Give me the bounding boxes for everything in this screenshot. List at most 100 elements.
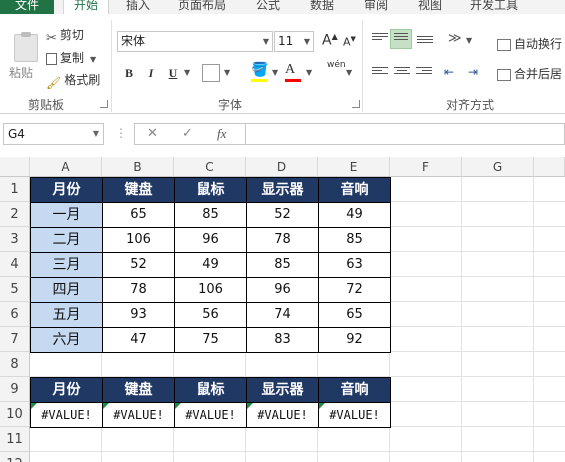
data-cell[interactable]: 106 <box>102 227 175 253</box>
chevron-down-icon[interactable]: ▼ <box>346 68 352 77</box>
align-bottom-icon[interactable] <box>417 36 433 48</box>
data-cell[interactable]: 74 <box>246 302 319 328</box>
row-header-4[interactable]: 4 <box>0 252 30 277</box>
orientation-icon[interactable]: ≫ <box>448 31 462 46</box>
paste-button[interactable]: 粘贴 <box>4 20 40 86</box>
tab-insert[interactable]: 插入 <box>118 0 158 14</box>
font-launcher-icon[interactable] <box>352 100 360 108</box>
month-cell[interactable]: 五月 <box>30 302 103 328</box>
worksheet-grid[interactable]: ABCDEFG123456789101112月份键盘鼠标显示器音响一月65855… <box>0 157 565 462</box>
error-cell[interactable]: #VALUE! <box>102 402 175 428</box>
data-cell[interactable]: 83 <box>246 327 319 353</box>
table-header-cell[interactable]: 音响 <box>318 177 391 203</box>
data-cell[interactable]: 52 <box>102 252 175 278</box>
borders-icon[interactable] <box>202 64 220 82</box>
error-cell[interactable]: #VALUE! <box>30 402 103 428</box>
grow-font-button[interactable]: A▲ <box>322 32 338 49</box>
select-all-corner[interactable] <box>0 157 30 177</box>
data-cell[interactable]: 49 <box>318 202 391 228</box>
table-header-cell[interactable]: 鼠标 <box>174 377 247 403</box>
fill-color-button[interactable]: 🪣 <box>251 62 268 82</box>
column-header-b[interactable]: B <box>102 157 174 177</box>
italic-button[interactable]: I <box>142 64 160 82</box>
table-header-cell[interactable]: 月份 <box>30 177 103 203</box>
table-header-cell[interactable]: 音响 <box>318 377 391 403</box>
data-cell[interactable]: 92 <box>318 327 391 353</box>
font-name-select[interactable]: 宋体 ▼ <box>117 31 273 52</box>
chevron-down-icon[interactable]: ▼ <box>306 68 312 77</box>
error-cell[interactable]: #VALUE! <box>318 402 391 428</box>
chevron-down-icon[interactable]: ▼ <box>272 68 278 77</box>
month-cell[interactable]: 三月 <box>30 252 103 278</box>
tab-developer[interactable]: 开发工具 <box>462 0 526 14</box>
data-cell[interactable]: 65 <box>318 302 391 328</box>
data-cell[interactable]: 72 <box>318 277 391 303</box>
align-middle-icon[interactable] <box>390 29 412 49</box>
align-center-icon[interactable] <box>394 67 410 79</box>
data-cell[interactable]: 93 <box>102 302 175 328</box>
align-right-icon[interactable] <box>416 67 432 79</box>
data-cell[interactable]: 106 <box>174 277 247 303</box>
cut-button[interactable]: ✂ 剪切 <box>46 26 84 46</box>
font-size-select[interactable]: 11 ▼ <box>274 31 314 52</box>
tab-file[interactable]: 文件 <box>0 0 54 14</box>
cancel-icon[interactable]: ✕ <box>147 126 158 141</box>
clipboard-launcher-icon[interactable] <box>100 100 108 108</box>
data-cell[interactable]: 49 <box>174 252 247 278</box>
underline-button[interactable]: U <box>164 64 182 82</box>
tab-home[interactable]: 开始 <box>63 0 109 14</box>
data-cell[interactable]: 78 <box>102 277 175 303</box>
table-header-cell[interactable]: 显示器 <box>246 377 319 403</box>
align-left-icon[interactable] <box>372 67 388 79</box>
data-cell[interactable]: 96 <box>174 227 247 253</box>
copy-button[interactable]: 复制 ▼ <box>46 49 96 66</box>
row-header-7[interactable]: 7 <box>0 327 30 352</box>
merge-center-button[interactable]: 合并后居 <box>497 65 562 82</box>
data-cell[interactable]: 85 <box>174 202 247 228</box>
month-cell[interactable]: 六月 <box>30 327 103 353</box>
data-cell[interactable]: 47 <box>102 327 175 353</box>
table-header-cell[interactable]: 鼠标 <box>174 177 247 203</box>
data-cell[interactable]: 78 <box>246 227 319 253</box>
column-header-g[interactable]: G <box>462 157 534 177</box>
tab-page-layout[interactable]: 页面布局 <box>170 0 234 14</box>
error-cell[interactable]: #VALUE! <box>246 402 319 428</box>
row-header-11[interactable]: 11 <box>0 427 30 452</box>
row-header-9[interactable]: 9 <box>0 377 30 402</box>
row-header-6[interactable]: 6 <box>0 302 30 327</box>
row-header-1[interactable]: 1 <box>0 177 30 202</box>
name-box[interactable]: G4 ▼ <box>3 123 104 145</box>
tab-review[interactable]: 审阅 <box>356 0 396 14</box>
phonetic-button[interactable]: wén <box>327 60 346 70</box>
table-header-cell[interactable]: 键盘 <box>102 377 175 403</box>
column-header-f[interactable]: F <box>390 157 462 177</box>
decrease-indent-icon[interactable]: ⇤ <box>444 65 454 79</box>
column-header-blank[interactable] <box>534 157 565 177</box>
month-cell[interactable]: 二月 <box>30 227 103 253</box>
row-header-8[interactable]: 8 <box>0 352 30 377</box>
enter-icon[interactable]: ✓ <box>182 126 193 141</box>
shrink-font-button[interactable]: A▼ <box>343 35 356 49</box>
tab-formulas[interactable]: 公式 <box>248 0 288 14</box>
column-header-e[interactable]: E <box>318 157 390 177</box>
chevron-down-icon[interactable]: ▼ <box>224 68 230 77</box>
data-cell[interactable]: 85 <box>318 227 391 253</box>
month-cell[interactable]: 一月 <box>30 202 103 228</box>
table-header-cell[interactable]: 显示器 <box>246 177 319 203</box>
data-cell[interactable]: 65 <box>102 202 175 228</box>
format-painter-button[interactable]: 🖌 格式刷 <box>46 71 100 90</box>
column-header-d[interactable]: D <box>246 157 318 177</box>
tab-data[interactable]: 数据 <box>302 0 342 14</box>
table-header-cell[interactable]: 月份 <box>30 377 103 403</box>
data-cell[interactable]: 63 <box>318 252 391 278</box>
row-header-5[interactable]: 5 <box>0 277 30 302</box>
data-cell[interactable]: 75 <box>174 327 247 353</box>
chevron-down-icon[interactable]: ▼ <box>184 68 190 77</box>
wrap-text-button[interactable]: 自动换行 <box>497 35 562 52</box>
row-header-3[interactable]: 3 <box>0 227 30 252</box>
row-header-2[interactable]: 2 <box>0 202 30 227</box>
font-color-button[interactable]: A <box>285 62 301 82</box>
table-header-cell[interactable]: 键盘 <box>102 177 175 203</box>
row-header-12[interactable]: 12 <box>0 452 30 462</box>
chevron-down-icon[interactable]: ▼ <box>466 36 472 45</box>
